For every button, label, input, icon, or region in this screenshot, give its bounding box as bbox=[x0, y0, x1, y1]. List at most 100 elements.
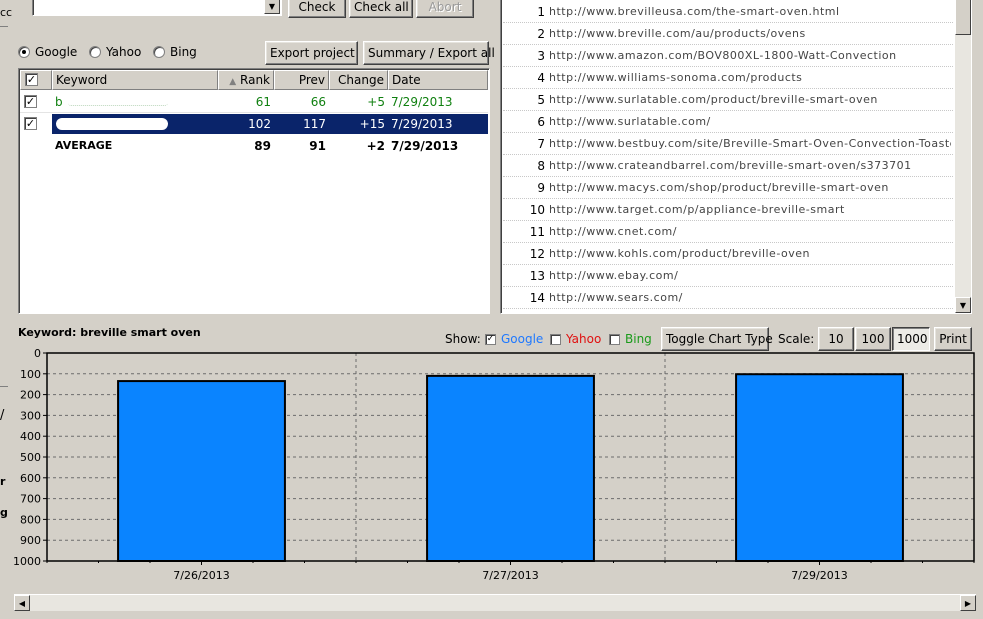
horizontal-scrollbar[interactable]: ◀ ▶ bbox=[14, 594, 976, 611]
column-header-rank-label: Rank bbox=[240, 73, 270, 87]
url-row-number: 11 bbox=[529, 225, 545, 239]
url-row-number: 5 bbox=[537, 93, 545, 107]
url-row[interactable]: 8 http://www.crateandbarrel.com/breville-… bbox=[503, 155, 953, 177]
scroll-right-icon[interactable]: ▶ bbox=[960, 595, 976, 611]
y-tick-label: 300 bbox=[20, 409, 41, 422]
prev-cell: 91 bbox=[309, 139, 326, 153]
scroll-down-icon[interactable]: ▼ bbox=[955, 297, 971, 313]
project-combobox[interactable]: ▼ bbox=[32, 0, 282, 16]
check-all-button[interactable]: Check all bbox=[349, 0, 413, 18]
url-row-number: 3 bbox=[537, 49, 545, 63]
show-bing-checkbox[interactable]: Bing bbox=[609, 332, 652, 346]
column-header-date[interactable]: Date bbox=[388, 70, 488, 90]
column-header-change[interactable]: Change bbox=[329, 70, 388, 90]
google-radio-label: Google bbox=[35, 45, 78, 59]
url-row[interactable]: 9 http://www.macys.com/shop/product/brevi… bbox=[503, 177, 953, 199]
url-row-text: http://www.ebay.com/ bbox=[549, 269, 679, 282]
bar bbox=[117, 380, 286, 562]
bing-radio[interactable]: Bing bbox=[153, 45, 197, 59]
y-tick-label: 0 bbox=[34, 347, 41, 360]
chevron-down-icon[interactable]: ▼ bbox=[264, 0, 280, 14]
vertical-scrollbar[interactable]: ▼ bbox=[955, 0, 971, 313]
url-row-number: 6 bbox=[537, 115, 545, 129]
url-row-text: http://www.surlatable.com/ bbox=[549, 115, 711, 128]
show-google-checkbox[interactable]: ✓ Google bbox=[485, 332, 543, 346]
check-button[interactable]: Check bbox=[288, 0, 346, 18]
url-row-text: http://www.target.com/p/appliance-brevil… bbox=[549, 203, 845, 216]
url-row-number: 13 bbox=[529, 269, 545, 283]
y-tick-label: 500 bbox=[20, 451, 41, 464]
export-project-button[interactable]: Export project bbox=[265, 41, 358, 65]
column-header-prev[interactable]: Prev bbox=[274, 70, 329, 90]
x-tick-label: 7/27/2013 bbox=[482, 569, 538, 582]
y-tick-label: 1000 bbox=[13, 555, 41, 568]
redaction-mark bbox=[68, 100, 168, 106]
url-row-text: http://www.cnet.com/ bbox=[549, 225, 677, 238]
change-cell: +2 bbox=[366, 139, 385, 153]
sort-up-icon: ▲ bbox=[229, 77, 237, 87]
radio-unchecked-icon bbox=[153, 46, 165, 58]
url-row-text: http://www.sears.com/ bbox=[549, 291, 683, 304]
show-label: Show: bbox=[445, 332, 481, 346]
summary-export-all-button[interactable]: Summary / Export all bbox=[363, 41, 495, 65]
y-tick-label: 900 bbox=[20, 534, 41, 547]
url-row[interactable]: 3 http://www.amazon.com/BOV800XL-1800-Wat… bbox=[503, 45, 953, 67]
url-row[interactable]: 11 http://www.cnet.com/ bbox=[503, 221, 953, 243]
prev-cell: 66 bbox=[310, 95, 326, 109]
url-row[interactable]: 12 http://www.kohls.com/product/breville-… bbox=[503, 243, 953, 265]
bar bbox=[735, 373, 904, 562]
checkbox-checked-icon[interactable]: ✓ bbox=[25, 73, 38, 86]
date-cell: 7/29/2013 bbox=[391, 95, 453, 109]
x-tick-label: 7/26/2013 bbox=[173, 569, 229, 582]
url-results-list[interactable]: 1 http://www.brevilleusa.com/the-smart-ov… bbox=[500, 0, 972, 314]
y-tick-label: 400 bbox=[20, 430, 41, 443]
table-row[interactable]: ✓ b 61 66 +5 7/29/2013 bbox=[20, 91, 488, 113]
url-row[interactable]: 7 http://www.bestbuy.com/site/Breville-Sm… bbox=[503, 133, 953, 155]
keyword-cell: AVERAGE bbox=[55, 139, 113, 152]
url-row-text: http://www.surlatable.com/product/brevil… bbox=[549, 93, 878, 106]
checkbox-unchecked-icon[interactable] bbox=[550, 333, 561, 345]
url-row[interactable]: 1 http://www.brevilleusa.com/the-smart-ov… bbox=[503, 1, 953, 23]
keyword-table[interactable]: ✓ Keyword ▲ Rank Prev Change Date ✓ b 61… bbox=[18, 68, 490, 314]
show-bing-label: Bing bbox=[625, 332, 652, 346]
url-row[interactable]: 4 http://www.williams-sonoma.com/products bbox=[503, 67, 953, 89]
url-row-text: http://www.bestbuy.com/site/Breville-Sma… bbox=[549, 137, 951, 150]
column-header-keyword[interactable]: Keyword bbox=[52, 70, 218, 90]
table-row-average[interactable]: AVERAGE 89 91 +2 7/29/2013 bbox=[20, 135, 488, 157]
url-row-number: 12 bbox=[529, 247, 545, 261]
google-radio[interactable]: Google bbox=[18, 45, 77, 59]
url-row[interactable]: 13 http://www.ebay.com/ bbox=[503, 265, 953, 287]
column-header-rank[interactable]: ▲ Rank bbox=[218, 70, 274, 90]
url-row-text: http://www.williams-sonoma.com/products bbox=[549, 71, 803, 84]
url-row-number: 1 bbox=[537, 5, 545, 19]
url-row-number: 2 bbox=[537, 27, 545, 41]
show-yahoo-checkbox[interactable]: Yahoo bbox=[550, 332, 601, 346]
url-row[interactable]: 10 http://www.target.com/p/appliance-brev… bbox=[503, 199, 953, 221]
checkbox-checked-icon[interactable]: ✓ bbox=[485, 333, 496, 345]
y-tick-label: 800 bbox=[20, 513, 41, 526]
select-all-header[interactable]: ✓ bbox=[20, 70, 52, 90]
url-row-number: 10 bbox=[529, 203, 545, 217]
edge-fragment-1: cc bbox=[0, 6, 13, 19]
chart-keyword-caption: Keyword: breville smart oven bbox=[18, 326, 201, 339]
table-row[interactable]: ✓ 102 117 +15 7/29/2013 bbox=[20, 113, 488, 135]
show-yahoo-label: Yahoo bbox=[566, 332, 602, 346]
checkbox-checked-icon[interactable]: ✓ bbox=[24, 95, 37, 108]
show-google-label: Google bbox=[501, 332, 544, 346]
abort-button[interactable]: Abort bbox=[416, 0, 474, 18]
url-row-text: http://www.crateandbarrel.com/breville-s… bbox=[549, 159, 912, 172]
yahoo-radio[interactable]: Yahoo bbox=[89, 45, 141, 59]
url-row[interactable]: 2 http://www.breville.com/au/products/ove… bbox=[503, 23, 953, 45]
url-row-number: 8 bbox=[537, 159, 545, 173]
date-cell: 7/29/2013 bbox=[391, 117, 453, 131]
url-row[interactable]: 5 http://www.surlatable.com/product/brevi… bbox=[503, 89, 953, 111]
redaction-mark bbox=[56, 118, 168, 130]
scroll-thumb[interactable] bbox=[955, 0, 971, 35]
url-row-number: 7 bbox=[537, 137, 545, 151]
url-row-number: 4 bbox=[537, 71, 545, 85]
checkbox-checked-icon[interactable]: ✓ bbox=[24, 117, 37, 130]
url-row[interactable]: 14 http://www.sears.com/ bbox=[503, 287, 953, 309]
scroll-left-icon[interactable]: ◀ bbox=[14, 595, 30, 611]
url-row[interactable]: 6 http://www.surlatable.com/ bbox=[503, 111, 953, 133]
checkbox-unchecked-icon[interactable] bbox=[609, 333, 620, 345]
